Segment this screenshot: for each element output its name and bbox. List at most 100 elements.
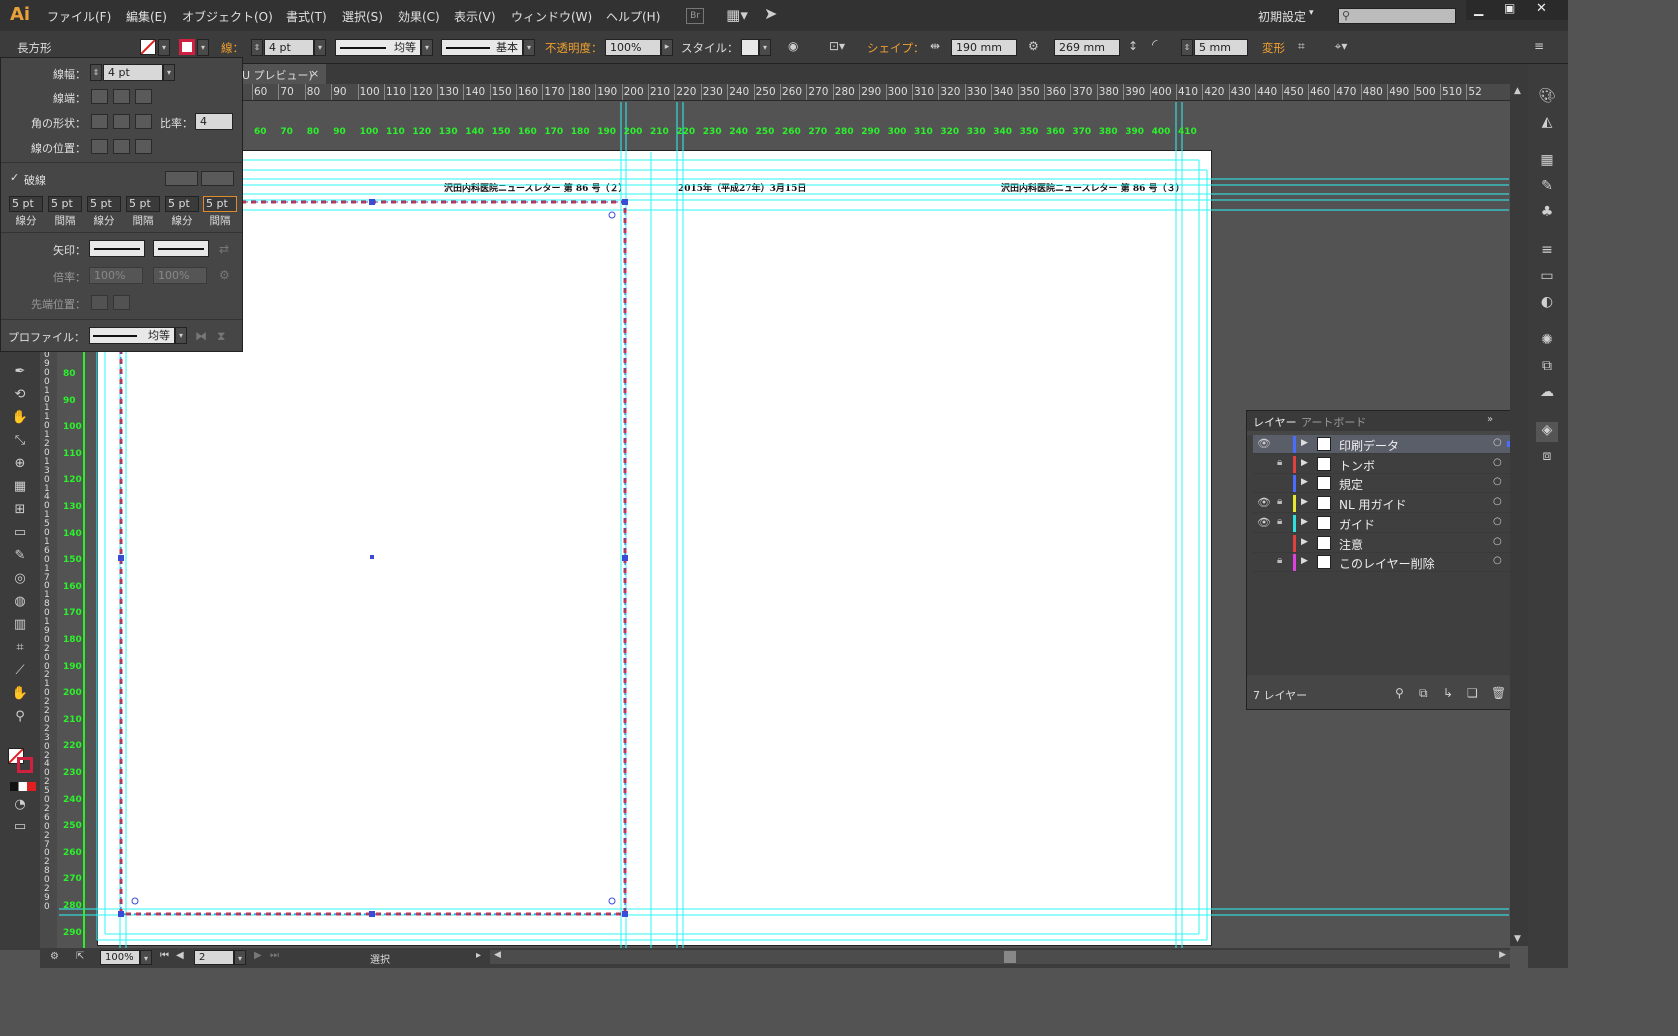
- layer-row[interactable]: 🔒︎ ▶ トンボ ○: [1253, 455, 1521, 474]
- maximize-icon[interactable]: ▣: [1504, 1, 1515, 15]
- layer-name[interactable]: トンボ: [1339, 457, 1375, 474]
- zoom-field[interactable]: 100%: [100, 950, 140, 965]
- pen-tool-icon[interactable]: ✒: [10, 362, 30, 382]
- stroke-swatch[interactable]: [179, 39, 195, 55]
- menu-select[interactable]: 選択(S): [342, 8, 383, 25]
- recolor-icon[interactable]: ◉: [788, 39, 798, 53]
- artboard-dropdown[interactable]: ▾: [234, 950, 246, 965]
- tip-place-button[interactable]: [113, 295, 130, 310]
- layer-row[interactable]: ▶ 注意 ○: [1253, 534, 1521, 553]
- end-arrow-select[interactable]: [153, 240, 209, 257]
- shape-builder-icon[interactable]: ⊕: [10, 454, 30, 474]
- stroke-weight-stepper[interactable]: ⇕: [251, 39, 263, 56]
- artboard-tool-icon[interactable]: ⌗: [10, 638, 30, 658]
- make-clipping-mask-icon[interactable]: ⧉: [1419, 686, 1428, 701]
- zoom-tool-icon[interactable]: ⚲: [10, 707, 30, 727]
- visibility-eye-icon[interactable]: 👁︎: [1257, 516, 1271, 529]
- start-arrow-select[interactable]: [89, 240, 145, 257]
- swap-arrows-icon[interactable]: ⇄: [219, 242, 229, 256]
- gap-1-field[interactable]: 5 pt: [48, 196, 82, 212]
- stroke-dropdown[interactable]: ▾: [197, 39, 209, 56]
- scroll-thumb[interactable]: [1004, 951, 1016, 963]
- color-mode-icon[interactable]: [10, 782, 36, 791]
- artboards-icon[interactable]: ⧈: [1536, 448, 1558, 468]
- close-icon[interactable]: ✕: [1536, 1, 1547, 16]
- color-panel-icon[interactable]: ◭: [1536, 114, 1558, 134]
- transform-label[interactable]: 変形: [1262, 40, 1285, 56]
- layer-row[interactable]: 👁︎ 🔒︎ ▶ NL 用ガイド ○: [1253, 494, 1521, 514]
- align-icon[interactable]: ⊡▾: [824, 39, 850, 53]
- layer-name[interactable]: NL 用ガイド: [1339, 496, 1406, 513]
- create-sublayer-icon[interactable]: ↳: [1443, 686, 1453, 700]
- expand-triangle-icon[interactable]: ▶: [1301, 537, 1308, 547]
- draw-mode-icon[interactable]: ◔: [10, 795, 30, 815]
- stroke-panel-weight-field[interactable]: 4 pt: [103, 64, 163, 81]
- symbols-icon[interactable]: ♣: [1536, 204, 1558, 224]
- lock-icon[interactable]: 🔒︎: [1277, 516, 1282, 527]
- expand-triangle-icon[interactable]: ▶: [1301, 497, 1308, 507]
- stroke-weight-field[interactable]: 4 pt: [264, 39, 314, 56]
- preserve-dash-button[interactable]: [165, 171, 198, 186]
- flip-along-icon[interactable]: ⧓: [195, 329, 207, 343]
- prev-artboard-icon[interactable]: ◀: [176, 950, 184, 961]
- vertical-scrollbar[interactable]: ▲ ▼: [1510, 84, 1528, 946]
- locate-object-icon[interactable]: ⚲: [1395, 686, 1404, 700]
- flip-across-icon[interactable]: ⧗: [217, 329, 225, 344]
- menu-type[interactable]: 書式(T): [286, 8, 327, 25]
- style-swatch[interactable]: [741, 39, 759, 56]
- layer-row[interactable]: 👁︎ 🔒︎ ▶ ガイド ○: [1253, 514, 1521, 533]
- isolate-icon[interactable]: ⌗: [1298, 39, 1305, 54]
- corner-stepper[interactable]: ⇕: [1181, 39, 1193, 56]
- link-icon[interactable]: ⚙: [1028, 39, 1039, 53]
- stroke-label[interactable]: 線：: [221, 40, 244, 56]
- stroke-weight-dropdown[interactable]: ▾: [314, 39, 326, 56]
- first-artboard-icon[interactable]: ⏮: [160, 950, 169, 961]
- appearance-icon[interactable]: ✺: [1536, 332, 1558, 352]
- corner-field[interactable]: 5 mm: [1194, 39, 1248, 56]
- link-scale-icon[interactable]: ⚙: [219, 268, 230, 282]
- dash-2-field[interactable]: 5 pt: [87, 196, 121, 212]
- stroke-icon[interactable]: ≡: [1536, 242, 1558, 262]
- warp-tool-icon[interactable]: ✋: [10, 408, 30, 428]
- scroll-right-icon[interactable]: ▶: [1499, 950, 1506, 960]
- limit-field[interactable]: 4: [195, 113, 233, 130]
- graphic-styles-icon[interactable]: ⧉: [1536, 358, 1558, 378]
- layer-row[interactable]: ▶ 規定 ○: [1253, 474, 1521, 494]
- layers-icon[interactable]: ◈: [1536, 422, 1558, 442]
- menu-help[interactable]: ヘルプ(H): [606, 8, 660, 25]
- style-dropdown[interactable]: ▾: [759, 39, 771, 56]
- symbol-sprayer-icon[interactable]: ◍: [10, 592, 30, 612]
- creative-cloud-status-icon[interactable]: ⚙: [50, 951, 59, 962]
- artboard-number-field[interactable]: 2: [194, 950, 234, 965]
- layer-name[interactable]: このレイヤー削除: [1339, 555, 1435, 572]
- transparency-icon[interactable]: ◐: [1536, 294, 1558, 314]
- dashed-checkbox[interactable]: ✓: [10, 171, 19, 184]
- lock-icon[interactable]: 🔒︎: [1277, 496, 1282, 507]
- target-circle-icon[interactable]: ○: [1493, 555, 1502, 566]
- creative-cloud-icon[interactable]: ☁: [1536, 384, 1558, 404]
- mesh-tool-icon[interactable]: ⊞: [10, 500, 30, 520]
- scroll-up-icon[interactable]: ▲: [1514, 86, 1521, 96]
- delete-layer-icon[interactable]: 🗑︎: [1491, 686, 1506, 700]
- panel-menu-icon[interactable]: ≡: [1534, 39, 1544, 53]
- tab-artboards[interactable]: アートボード: [1301, 414, 1366, 430]
- horizontal-scrollbar[interactable]: ◀ ▶: [490, 950, 1510, 964]
- height-field[interactable]: 269 mm: [1054, 39, 1120, 56]
- opacity-slider-arrow[interactable]: ▸: [661, 39, 673, 56]
- target-circle-icon[interactable]: ○: [1493, 457, 1502, 468]
- round-join-button[interactable]: [113, 114, 130, 129]
- tip-extend-button[interactable]: [91, 295, 108, 310]
- workspace-switcher[interactable]: 初期設定: [1258, 8, 1306, 25]
- layer-row[interactable]: 🔒︎ ▶ このレイヤー削除 ○: [1253, 553, 1521, 573]
- layer-name[interactable]: 規定: [1339, 476, 1363, 493]
- menu-window[interactable]: ウィンドウ(W): [511, 8, 592, 25]
- layer-row[interactable]: 👁︎ ▶ 印刷データ ○: [1253, 435, 1521, 454]
- tab-layers[interactable]: レイヤー: [1253, 414, 1297, 430]
- graph-tool-icon[interactable]: ▥: [10, 615, 30, 635]
- bridge-button[interactable]: Br: [686, 8, 704, 24]
- menu-file[interactable]: ファイル(F): [47, 8, 111, 25]
- blend-tool-icon[interactable]: ◎: [10, 569, 30, 589]
- target-circle-icon[interactable]: ○: [1493, 476, 1502, 487]
- rotate-tool-icon[interactable]: ⟲: [10, 385, 30, 405]
- slice-tool-icon[interactable]: ⟋: [10, 661, 30, 681]
